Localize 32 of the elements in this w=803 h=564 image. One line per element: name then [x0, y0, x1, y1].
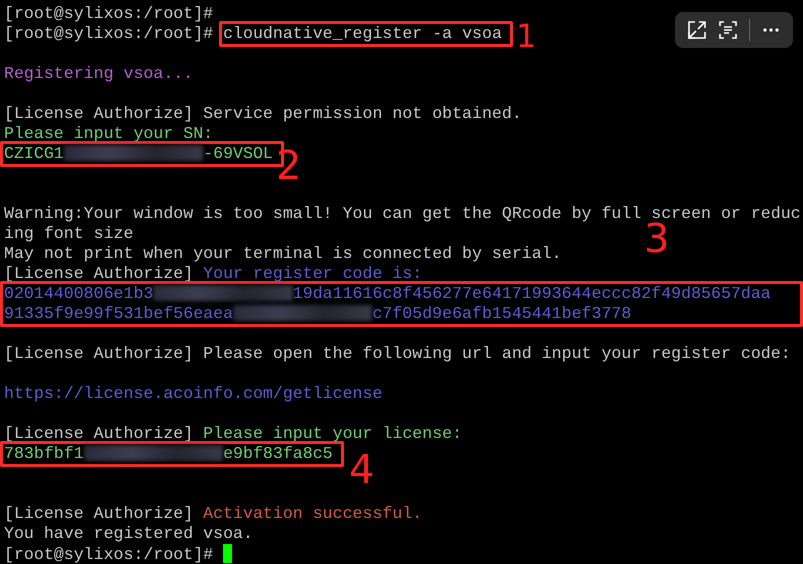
terminal-text: 19da11616c8f456277e64171993644eccc82f49d85657daa: [292, 284, 771, 303]
handwritten-number: 4: [349, 450, 374, 490]
terminal-text: [root@sylixos:/root]#: [4, 4, 214, 23]
terminal-text: CZICG1: [4, 144, 64, 163]
terminal-text: Please input your license:: [203, 424, 462, 443]
terminal-text: ing font size: [4, 224, 134, 243]
handwritten-number: 2: [276, 146, 302, 186]
terminal-text: [License Authorize]: [4, 504, 194, 523]
terminal-text: cloudnative_register -a vsoa: [223, 24, 502, 43]
text-cursor: [223, 544, 232, 563]
terminal-text: Activation successful.: [203, 504, 422, 523]
terminal-text: May not print when your terminal is connected by serial.: [4, 244, 562, 263]
scan-text-icon[interactable]: [718, 20, 738, 40]
url-link[interactable]: https://license.acoinfo.com/getlicense: [4, 384, 382, 403]
terminal-text: 02014400806e1b3: [4, 284, 154, 303]
handwritten-number: 1: [516, 16, 536, 56]
terminal-text: e9bf83fa8c5: [223, 444, 333, 463]
terminal-text: 783bfbf1: [4, 444, 84, 463]
terminal-text: [License Authorize] Please open the following url and input your register code:: [4, 344, 791, 363]
terminal-text: [License Authorize]: [4, 424, 194, 443]
terminal-text: You have registered vsoa.: [4, 524, 253, 543]
terminal-text: [License Authorize]: [4, 264, 194, 283]
terminal-text: Please input your SN:: [4, 124, 214, 143]
terminal-text: c7f05d9e6afb1545441bef3778: [372, 304, 632, 323]
terminal-text: 91335f9e99f531bef56eaea: [4, 304, 234, 323]
terminal-text: Registering vsoa...: [4, 64, 194, 83]
terminal-text: -69VSOL: [203, 144, 273, 163]
terminal-text: [root@sylixos:/root]#: [4, 24, 214, 43]
expand-icon[interactable]: [686, 20, 707, 40]
terminal-text: [License Authorize] Service permission not obtained.: [4, 104, 522, 123]
terminal-text: Your register code is:: [203, 264, 422, 283]
terminal-text: [root@sylixos:/root]#: [4, 545, 214, 564]
